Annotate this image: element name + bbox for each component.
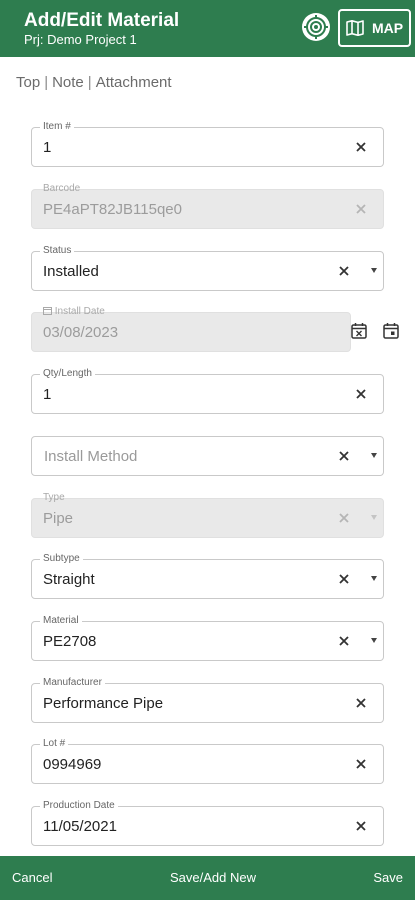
app-header: Add/Edit Material Prj: Demo Project 1 MA… xyxy=(0,0,415,57)
bottom-action-bar: Cancel Save/Add New Save xyxy=(0,856,415,900)
crosshair-target-icon xyxy=(304,15,328,39)
barcode-value: PE4aPT82JB115qe0 xyxy=(43,201,182,218)
manufacturer-field[interactable]: Manufacturer Performance Pipe xyxy=(31,677,384,723)
tab-top[interactable]: Top xyxy=(16,74,40,91)
qty-length-field[interactable]: Qty/Length 1 xyxy=(31,368,384,414)
status-select[interactable]: Status Installed xyxy=(31,245,384,291)
subtype-select[interactable]: Subtype Straight xyxy=(31,553,384,599)
tab-separator: | xyxy=(44,74,49,91)
subtype-value: Straight xyxy=(43,571,95,588)
status-label: Status xyxy=(40,245,75,257)
subtype-label: Subtype xyxy=(40,553,83,565)
clear-icon xyxy=(339,513,349,523)
item-number-label: Item # xyxy=(40,121,74,133)
calendar-clear-icon[interactable] xyxy=(350,322,368,340)
lot-number-label: Lot # xyxy=(40,738,69,750)
map-button[interactable]: MAP xyxy=(338,9,411,47)
item-number-field[interactable]: Item # 1 xyxy=(31,121,384,167)
qty-length-value: 1 xyxy=(43,386,52,403)
clear-icon[interactable] xyxy=(352,385,370,403)
barcode-field: Barcode PE4aPT82JB115qe0 xyxy=(31,183,384,229)
clear-icon[interactable] xyxy=(352,138,370,156)
tab-note[interactable]: Note xyxy=(52,74,84,91)
dropdown-arrow-icon xyxy=(371,515,377,520)
manufacturer-label: Manufacturer xyxy=(40,677,105,689)
type-select: Type Pipe xyxy=(31,492,384,538)
production-date-value: 11/05/2021 xyxy=(43,818,117,835)
production-date-label: Production Date xyxy=(40,800,118,812)
clear-icon xyxy=(356,204,366,214)
material-value: PE2708 xyxy=(43,633,97,650)
save-button[interactable]: Save xyxy=(373,870,403,886)
install-date-value: 03/08/2023 xyxy=(43,324,119,341)
barcode-label: Barcode xyxy=(43,183,81,194)
manufacturer-value: Performance Pipe xyxy=(43,695,164,712)
project-subtitle: Prj: Demo Project 1 xyxy=(24,32,137,47)
locate-button[interactable] xyxy=(302,13,330,41)
lot-number-field[interactable]: Lot # 0994969 xyxy=(31,738,384,784)
status-value: Installed xyxy=(43,263,99,280)
dropdown-arrow-icon[interactable] xyxy=(371,268,377,273)
calendar-icon[interactable] xyxy=(382,322,400,340)
section-tabs: Top | Note | Attachment xyxy=(16,74,172,91)
map-button-label: MAP xyxy=(371,20,404,36)
dropdown-arrow-icon[interactable] xyxy=(371,453,377,458)
install-date-field: Install Date 03/08/2023 xyxy=(31,306,351,352)
clear-icon[interactable] xyxy=(335,447,353,465)
item-number-value: 1 xyxy=(43,139,52,156)
dropdown-arrow-icon[interactable] xyxy=(371,576,377,581)
cancel-button[interactable]: Cancel xyxy=(12,870,52,886)
install-method-placeholder: Install Method xyxy=(44,448,138,465)
clear-icon[interactable] xyxy=(352,755,370,773)
map-icon xyxy=(346,20,364,36)
dropdown-arrow-icon[interactable] xyxy=(371,638,377,643)
type-value: Pipe xyxy=(43,510,74,527)
clear-icon[interactable] xyxy=(352,694,370,712)
clear-icon[interactable] xyxy=(335,570,353,588)
tab-separator: | xyxy=(87,74,92,91)
production-date-field[interactable]: Production Date 11/05/2021 xyxy=(31,800,384,846)
clear-icon[interactable] xyxy=(335,632,353,650)
material-label: Material xyxy=(40,615,82,627)
qty-length-label: Qty/Length xyxy=(40,368,95,380)
material-select[interactable]: Material PE2708 xyxy=(31,615,384,661)
install-date-label: Install Date xyxy=(40,306,108,318)
lot-number-value: 0994969 xyxy=(43,756,102,773)
clear-icon[interactable] xyxy=(335,262,353,280)
clear-icon[interactable] xyxy=(352,817,370,835)
page-title: Add/Edit Material xyxy=(24,10,180,31)
install-method-select[interactable]: Install Method xyxy=(31,436,384,476)
type-label: Type xyxy=(43,492,65,503)
tab-attachment[interactable]: Attachment xyxy=(96,74,172,91)
calendar-icon xyxy=(43,307,52,315)
save-add-new-button[interactable]: Save/Add New xyxy=(170,870,256,886)
